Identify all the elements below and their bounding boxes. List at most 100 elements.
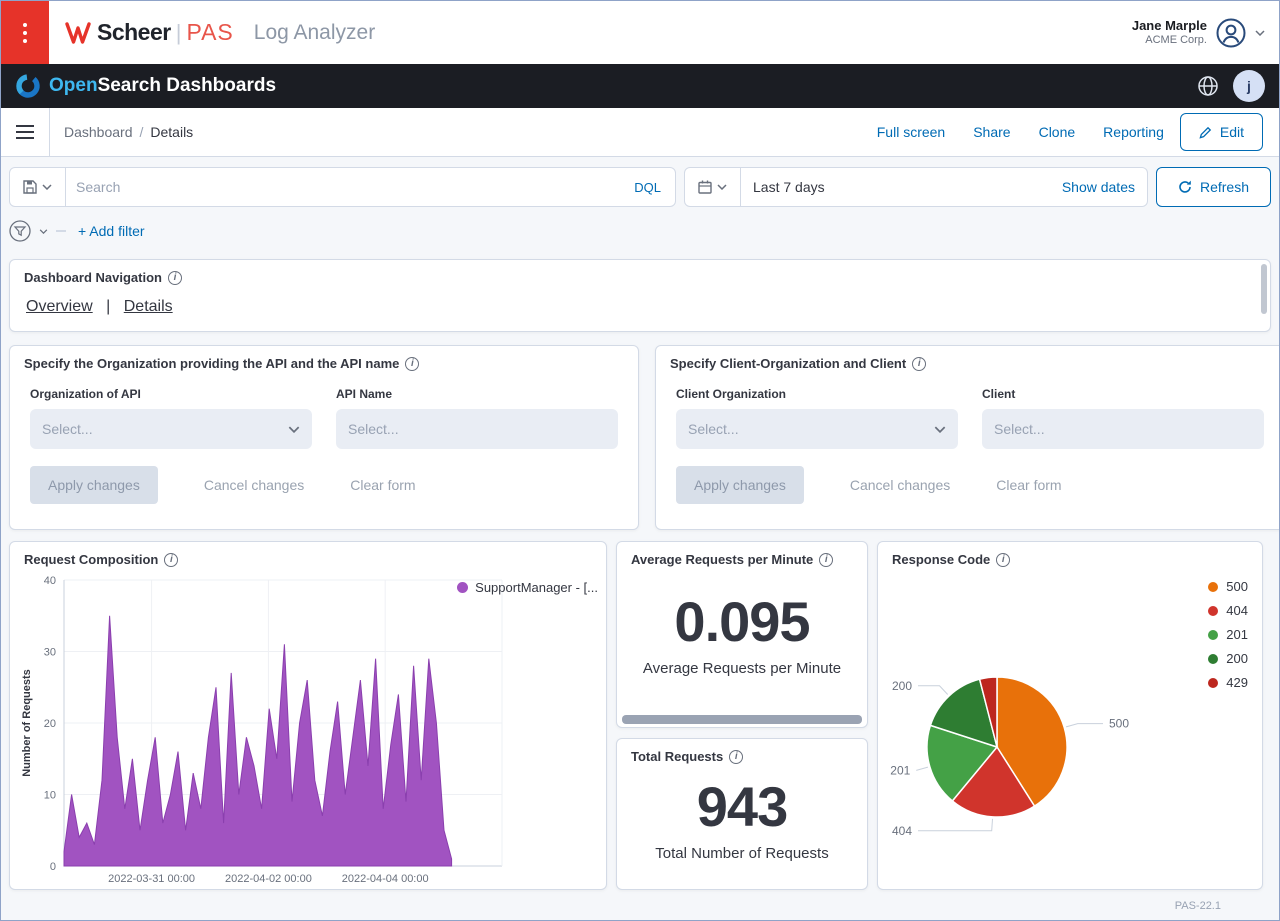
panel-vertical-scrollbar[interactable] bbox=[1261, 264, 1267, 314]
pie-legend-item[interactable]: 500 bbox=[1208, 576, 1248, 597]
app-menu-button[interactable] bbox=[1, 1, 49, 64]
legend-dot bbox=[1208, 582, 1218, 592]
clear-form-button[interactable]: Clear form bbox=[996, 477, 1061, 493]
panel-title: Total Requests bbox=[617, 739, 867, 764]
scheer-pas-logo: Scheer | PAS bbox=[65, 19, 234, 46]
globe-icon[interactable] bbox=[1197, 75, 1219, 97]
time-range-value[interactable]: Last 7 days bbox=[741, 179, 1062, 195]
clone-link[interactable]: Clone bbox=[1039, 124, 1076, 140]
chevron-down-icon bbox=[717, 184, 727, 190]
area-series[interactable] bbox=[64, 616, 452, 866]
user-avatar-icon[interactable] bbox=[1215, 17, 1247, 49]
total-requests-panel: Total Requests 943 Total Number of Reque… bbox=[616, 738, 868, 890]
edit-button-label: Edit bbox=[1220, 124, 1244, 140]
nav-link-details[interactable]: Details bbox=[124, 298, 173, 315]
client-org-select[interactable]: Select... bbox=[676, 409, 958, 449]
client-input[interactable]: Select... bbox=[982, 409, 1264, 449]
area-chart-legend[interactable]: SupportManager - [... bbox=[457, 580, 598, 595]
date-quick-select-button[interactable] bbox=[685, 168, 741, 206]
reporting-link[interactable]: Reporting bbox=[1103, 124, 1164, 140]
api-specify-panel: Specify the Organization providing the A… bbox=[9, 345, 639, 530]
response-code-pie-chart: 200 201 404 500 bbox=[878, 542, 1264, 891]
info-icon[interactable] bbox=[912, 357, 926, 371]
cancel-changes-button[interactable]: Cancel changes bbox=[204, 477, 304, 493]
refresh-button[interactable]: Refresh bbox=[1156, 167, 1271, 207]
breadcrumb-dashboard[interactable]: Dashboard bbox=[64, 124, 133, 140]
total-requests-value: 943 bbox=[617, 774, 867, 839]
input-placeholder: Select... bbox=[348, 421, 399, 437]
legend-label: SupportManager - [... bbox=[475, 580, 598, 595]
dql-button[interactable]: DQL bbox=[634, 180, 675, 195]
dashboard-area: DQL Last 7 days Show dates bbox=[1, 157, 1279, 920]
pencil-icon bbox=[1199, 126, 1212, 139]
show-dates-link[interactable]: Show dates bbox=[1062, 179, 1147, 195]
request-composition-chart: 0102030402022-03-31 00:002022-04-02 00:0… bbox=[18, 572, 600, 888]
osd-user-avatar[interactable]: j bbox=[1233, 70, 1265, 102]
dashboard-toolbar: Dashboard / Details Full screen Share Cl… bbox=[1, 108, 1279, 157]
opensearch-brand[interactable]: OpenSearch Dashboards bbox=[15, 73, 276, 99]
form-field-client-org: Client Organization Select... bbox=[676, 387, 958, 449]
form-field-client: Client Select... bbox=[982, 387, 1264, 449]
apply-changes-button[interactable]: Apply changes bbox=[676, 466, 804, 504]
pie-legend-item[interactable]: 200 bbox=[1208, 648, 1248, 669]
info-icon[interactable] bbox=[405, 357, 419, 371]
nav-link-overview[interactable]: Overview bbox=[26, 298, 93, 315]
info-icon[interactable] bbox=[819, 553, 833, 567]
response-code-panel: Response Code 200201404500 5004042012004… bbox=[877, 541, 1263, 890]
dashboard-navigation-panel: Dashboard Navigation Overview | Details bbox=[9, 259, 1271, 332]
user-org: ACME Corp. bbox=[1132, 34, 1207, 48]
svg-text:40: 40 bbox=[44, 575, 56, 587]
chevron-down-icon bbox=[934, 426, 946, 433]
clear-form-button[interactable]: Clear form bbox=[350, 477, 415, 493]
opensearch-logo-icon bbox=[15, 73, 41, 99]
info-icon[interactable] bbox=[164, 553, 178, 567]
panel-horizontal-scrollbar[interactable] bbox=[622, 715, 862, 724]
select-placeholder: Select... bbox=[688, 421, 739, 437]
filter-set-icon[interactable] bbox=[9, 220, 31, 242]
user-menu[interactable]: Jane Marple ACME Corp. bbox=[1132, 17, 1265, 49]
request-composition-panel: Request Composition 0102030402022-03-31 … bbox=[9, 541, 607, 890]
client-panel-buttons: Apply changes Cancel changes Clear form bbox=[656, 449, 1279, 504]
field-label: Organization of API bbox=[30, 387, 312, 401]
breadcrumb-details: Details bbox=[150, 124, 193, 140]
saved-queries-button[interactable] bbox=[10, 168, 66, 206]
apply-changes-button[interactable]: Apply changes bbox=[30, 466, 158, 504]
nav-menu-button[interactable] bbox=[1, 108, 50, 156]
search-input[interactable] bbox=[66, 168, 634, 206]
info-icon[interactable] bbox=[729, 750, 743, 764]
nav-link-separator: | bbox=[106, 298, 110, 315]
osd-header-right: j bbox=[1197, 70, 1265, 102]
refresh-button-label: Refresh bbox=[1200, 179, 1249, 195]
caret-down-icon bbox=[1255, 30, 1265, 36]
full-screen-link[interactable]: Full screen bbox=[877, 124, 945, 140]
pie-callout-label: 404 bbox=[892, 824, 912, 838]
org-of-api-select[interactable]: Select... bbox=[30, 409, 312, 449]
refresh-icon bbox=[1178, 180, 1192, 194]
pie-legend-item[interactable]: 201 bbox=[1208, 624, 1248, 645]
edit-button[interactable]: Edit bbox=[1180, 113, 1263, 151]
panel-title: Specify the Organization providing the A… bbox=[10, 346, 638, 371]
svg-text:2022-04-04 00:00: 2022-04-04 00:00 bbox=[342, 873, 429, 885]
svg-text:2022-04-02 00:00: 2022-04-02 00:00 bbox=[225, 873, 312, 885]
panel-title: Average Requests per Minute bbox=[617, 542, 867, 567]
avg-requests-title: Average Requests per Minute bbox=[631, 552, 813, 567]
share-link[interactable]: Share bbox=[973, 124, 1010, 140]
panel-title: Dashboard Navigation bbox=[10, 260, 1270, 285]
brand-divider: | bbox=[176, 20, 182, 46]
cancel-changes-button[interactable]: Cancel changes bbox=[850, 477, 950, 493]
brand-open: Open bbox=[49, 75, 98, 96]
legend-dot bbox=[1208, 654, 1218, 664]
scheer-logo-icon bbox=[65, 22, 91, 44]
svg-text:0: 0 bbox=[50, 861, 56, 873]
pie-legend-item[interactable]: 404 bbox=[1208, 600, 1248, 621]
pie-legend-item[interactable]: 429 bbox=[1208, 672, 1248, 693]
brand-search: Search bbox=[98, 75, 161, 96]
app-top-bar: Scheer | PAS Log Analyzer Jane Marple AC… bbox=[1, 1, 1279, 64]
calendar-icon bbox=[698, 180, 712, 194]
api-name-input[interactable]: Select... bbox=[336, 409, 618, 449]
add-filter-link[interactable]: + Add filter bbox=[78, 223, 145, 239]
brand-suite: PAS bbox=[186, 19, 233, 46]
kebab-menu-icon bbox=[23, 23, 27, 43]
info-icon[interactable] bbox=[168, 271, 182, 285]
api-form: Organization of API Select... API Name S… bbox=[10, 371, 638, 449]
